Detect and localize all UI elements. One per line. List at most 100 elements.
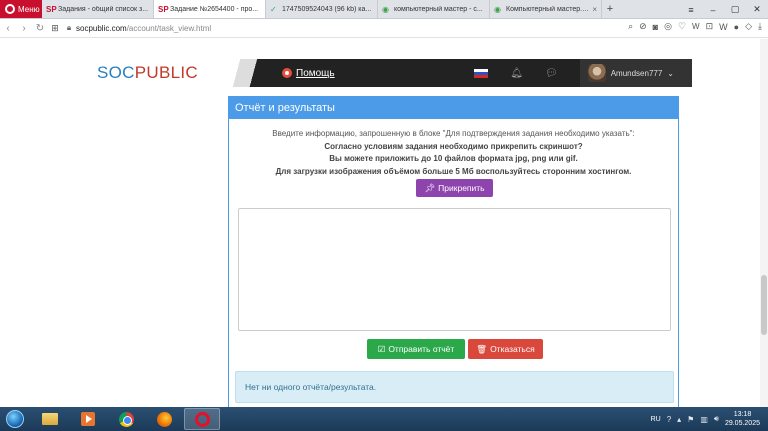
browser-tab[interactable]: SP Задания - общий список з... [42, 0, 154, 18]
windows-logo-icon [6, 410, 24, 428]
show-hidden-icons-icon[interactable]: ▴ [677, 415, 681, 424]
web-page: SOC PUBLIC Помощь 🔔︎ 💬︎ Amundsen777 ⌄ Отч… [0, 39, 768, 407]
attach-label: Прикрепить [438, 183, 485, 193]
wiki-extension-icon[interactable]: W [719, 22, 728, 32]
header-diagonal-decoration [220, 59, 280, 87]
taskbar-chrome[interactable] [108, 408, 144, 430]
tab-title: Задание №2654400 - про... [170, 5, 259, 13]
close-tab-icon[interactable]: × [592, 5, 597, 14]
site-logo[interactable]: SOC PUBLIC [70, 59, 220, 87]
tab-title: Задания - общий список з... [58, 5, 149, 13]
socpublic-favicon-icon: SP [158, 4, 169, 14]
lock-icon[interactable]: 🔒︎ [62, 23, 76, 33]
instruction-line: Для загрузки изображения объёмом больше … [275, 166, 632, 176]
tab-title: Компьютерный мастер. С... [506, 5, 590, 13]
vk-extension-icon[interactable]: W [692, 22, 700, 31]
chevron-down-icon: ⌄ [667, 68, 674, 78]
start-button[interactable] [0, 407, 30, 431]
scrollbar-thumb[interactable] [761, 275, 767, 335]
taskbar-explorer[interactable] [32, 408, 68, 430]
logo-public: PUBLIC [134, 63, 198, 82]
toolbar-icons: ⌕ ⊘ ◙ ◎ ♡ W ⊡ W ● ◇ ⤓ [628, 21, 762, 32]
speed-dial-icon[interactable]: ⊞ [48, 23, 62, 34]
extension-icon[interactable]: ⊡ [706, 21, 714, 32]
address-bar: ‹ › ↻ ⊞ 🔒︎ socpublic.com/account/task_vi… [0, 19, 768, 38]
new-tab-button[interactable]: + [602, 0, 618, 18]
pin-icon: 📌︎ [424, 182, 436, 193]
translate-icon[interactable]: ⊘ [639, 21, 647, 32]
browser-tab-active[interactable]: SP Задание №2654400 - про... [154, 0, 266, 18]
decline-button[interactable]: 🗑︎ Отказаться [468, 339, 543, 359]
username: Amundsen777 [610, 68, 663, 78]
socpublic-favicon-icon: SP [46, 4, 57, 14]
decline-label: Отказаться [490, 344, 535, 354]
checkbox-icon: ☑ [377, 343, 386, 354]
camera-icon[interactable]: ◙ [653, 22, 658, 32]
profile-extension-icon[interactable]: ● [734, 22, 739, 32]
avatar [587, 64, 606, 82]
folder-icon [42, 413, 58, 425]
url-path: /account/task_view.html [126, 23, 212, 33]
close-window-icon[interactable]: ✕ [746, 0, 768, 19]
help-link[interactable]: Помощь [282, 68, 335, 79]
logo-soc: SOC [97, 63, 135, 82]
site-header: SOC PUBLIC Помощь 🔔︎ 💬︎ Amundsen777 ⌄ [70, 59, 692, 87]
chat-icon[interactable]: 💬︎ [545, 68, 558, 79]
clock-time: 13:18 [733, 411, 752, 418]
volume-icon[interactable]: 🔊︎ [714, 414, 719, 424]
clock-date: 29.05.2025 [724, 420, 760, 427]
browser-tabstrip: Меню SP Задания - общий список з... SP З… [0, 0, 768, 19]
search-icon[interactable]: ⌕ [628, 21, 633, 32]
header-right: 🔔︎ 💬︎ Amundsen777 ⌄ [474, 59, 692, 87]
instructions: Введите информацию, запрошенную в блоке … [229, 128, 678, 178]
network-icon[interactable]: ▥ [700, 415, 708, 424]
panel-title: Отчёт и результаты [229, 97, 678, 119]
instruction-line: Введите информацию, запрошенную в блоке … [272, 129, 635, 138]
tab-title: компьютерный мастер - с... [394, 5, 483, 13]
minimize-icon[interactable]: – [702, 0, 724, 19]
no-reports-alert: Нет ни одного отчёта/результата. [235, 371, 674, 403]
window-controls: ≡ – ▢ ✕ [680, 0, 768, 19]
taskbar-firefox[interactable] [146, 408, 182, 430]
firefox-icon [156, 411, 172, 427]
menu-icon[interactable]: ≡ [680, 0, 702, 19]
language-indicator[interactable]: RU [651, 416, 661, 423]
opera-menu-button[interactable]: Меню [0, 0, 42, 18]
shield-icon[interactable]: ◎ [664, 21, 672, 32]
page-scrollbar[interactable] [760, 39, 768, 407]
url-domain: socpublic.com [76, 23, 127, 33]
flag-tray-icon[interactable]: ⚑ [687, 415, 694, 424]
site-favicon-icon: ◉ [494, 4, 501, 14]
clock[interactable]: 13:18 29.05.2025 [725, 410, 760, 428]
bookmark-heart-icon[interactable]: ♡ [678, 21, 686, 32]
browser-tab[interactable]: ✓ 1747509524043 (96 kb) ка... [266, 0, 378, 18]
maximize-icon[interactable]: ▢ [724, 0, 746, 19]
bookmark-icon[interactable]: ◇ [745, 21, 752, 32]
send-report-button[interactable]: ☑ Отправить отчёт [367, 339, 465, 359]
user-menu[interactable]: Amundsen777 ⌄ [579, 59, 692, 87]
russian-flag-icon[interactable] [474, 68, 489, 78]
report-textarea[interactable] [238, 208, 671, 331]
attach-button[interactable]: 📌︎ Прикрепить [416, 179, 493, 197]
menu-label: Меню [18, 4, 40, 14]
taskbar-media-player[interactable] [70, 408, 106, 430]
lifebuoy-icon [282, 68, 292, 78]
bell-icon[interactable]: 🔔︎ [510, 68, 523, 79]
chrome-icon [118, 411, 134, 427]
browser-tab[interactable]: ◉ Компьютерный мастер. С... × [490, 0, 602, 18]
url-field[interactable]: socpublic.com/account/task_view.html [76, 24, 211, 33]
help-label: Помощь [296, 67, 335, 79]
media-player-icon [81, 412, 95, 426]
instruction-line: Вы можете приложить до 10 файлов формата… [329, 154, 578, 163]
trash-icon: 🗑︎ [476, 343, 488, 354]
download-icon[interactable]: ⤓ [758, 21, 762, 32]
browser-tab[interactable]: ◉ компьютерный мастер - с... [378, 0, 490, 18]
forward-icon[interactable]: › [16, 23, 32, 34]
system-tray: RU ? ▴ ⚑ ▥ 🔊︎ 13:18 29.05.2025 [651, 407, 760, 431]
windows-taskbar: RU ? ▴ ⚑ ▥ 🔊︎ 13:18 29.05.2025 [0, 407, 768, 431]
taskbar-opera[interactable] [184, 408, 220, 430]
opera-icon [194, 411, 210, 427]
reload-icon[interactable]: ↻ [32, 23, 48, 34]
back-icon[interactable]: ‹ [0, 23, 16, 34]
help-tray-icon[interactable]: ? [667, 415, 671, 424]
